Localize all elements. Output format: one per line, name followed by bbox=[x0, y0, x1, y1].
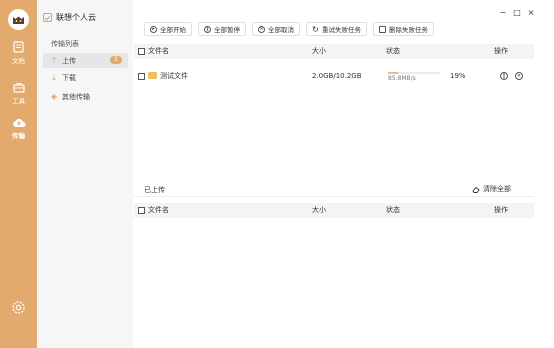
toolbox-icon bbox=[12, 82, 25, 93]
brand-title: 联想个人云 bbox=[56, 13, 96, 22]
transfer-toolbar: ▸ 全部开始 ‖ 全部暂停 × 全部取消 ↻ 重试失败任务 删除失败任务 bbox=[144, 22, 434, 36]
cat-logo-icon bbox=[13, 16, 24, 24]
section-divider bbox=[134, 196, 534, 197]
cancel-all-button[interactable]: × 全部取消 bbox=[252, 22, 300, 36]
settings-gear-icon[interactable] bbox=[11, 300, 26, 315]
uploaded-table-header: 文件名 大小 状态 操作 bbox=[134, 203, 534, 218]
clear-all-label: 清除全部 bbox=[483, 185, 511, 193]
uploaded-section-title: 已上传 bbox=[144, 186, 165, 194]
sidebar-item-label: 下载 bbox=[62, 73, 76, 82]
transfer-speed: 85.8MB/s bbox=[388, 75, 416, 82]
column-name: 文件名 bbox=[148, 206, 169, 214]
avatar[interactable] bbox=[8, 9, 29, 30]
file-name: 测试文件 bbox=[160, 72, 188, 80]
retry-failed-label: 重试失败任务 bbox=[322, 26, 361, 34]
pause-all-label: 全部暂停 bbox=[214, 26, 240, 34]
rail-item-label: 工具 bbox=[12, 96, 25, 105]
document-icon bbox=[13, 41, 24, 53]
trash-icon bbox=[379, 25, 386, 33]
maximize-button[interactable]: □ bbox=[513, 8, 521, 18]
brand: 联想个人云 bbox=[43, 12, 96, 23]
delete-failed-button[interactable]: 删除失败任务 bbox=[373, 22, 434, 36]
pause-icon: ‖ bbox=[204, 25, 211, 33]
select-all-checkbox[interactable] bbox=[138, 207, 145, 214]
cancel-icon: × bbox=[258, 25, 265, 33]
delete-failed-label: 删除失败任务 bbox=[389, 26, 428, 34]
play-icon: ▸ bbox=[150, 25, 157, 33]
folder-icon bbox=[148, 71, 157, 79]
column-status: 状态 bbox=[386, 206, 400, 214]
progress-percent: 19% bbox=[450, 72, 466, 80]
cancel-all-label: 全部取消 bbox=[268, 26, 294, 34]
column-status: 状态 bbox=[386, 47, 400, 55]
column-actions: 操作 bbox=[494, 47, 508, 55]
cloud-transfer-icon bbox=[12, 118, 25, 127]
rail-item-label: 传输 bbox=[12, 132, 25, 140]
retry-failed-button[interactable]: ↻ 重试失败任务 bbox=[306, 22, 367, 36]
column-actions: 操作 bbox=[494, 206, 508, 214]
left-rail: 文档 工具 传输 bbox=[0, 0, 37, 348]
file-name-cell: 测试文件 bbox=[146, 67, 188, 85]
clear-all-button[interactable]: 清除全部 bbox=[472, 184, 511, 194]
download-icon: ⤓ bbox=[52, 72, 56, 82]
sidebar-item-label: 上传 bbox=[62, 56, 76, 65]
rail-item-documents[interactable]: 文档 bbox=[0, 36, 37, 70]
start-all-button[interactable]: ▸ 全部开始 bbox=[144, 22, 192, 36]
transfer-sidebar: 联想个人云 传输列表 ⤒ 上传 1 ⤓ 下载 ◈ 其他传输 bbox=[37, 0, 133, 348]
upload-icon: ⤒ bbox=[52, 55, 56, 65]
retry-icon: ↻ bbox=[312, 24, 319, 34]
cancel-icon[interactable]: × bbox=[515, 72, 523, 80]
eraser-icon bbox=[472, 186, 480, 193]
select-all-checkbox[interactable] bbox=[138, 48, 145, 55]
sidebar-item-upload[interactable]: ⤒ 上传 1 bbox=[43, 53, 128, 68]
transfer-list-heading: 传输列表 bbox=[51, 40, 79, 48]
column-name: 文件名 bbox=[148, 47, 169, 55]
minimize-button[interactable]: − bbox=[499, 8, 507, 18]
upload-count-badge: 1 bbox=[110, 56, 122, 64]
column-size: 大小 bbox=[312, 47, 326, 55]
rail-item-transfer[interactable]: 传输 bbox=[0, 112, 37, 146]
sidebar-item-label: 其他传输 bbox=[62, 92, 90, 101]
sidebar-item-download[interactable]: ⤓ 下载 bbox=[43, 70, 128, 85]
column-size: 大小 bbox=[312, 206, 326, 214]
start-all-label: 全部开始 bbox=[160, 26, 186, 34]
file-size: 2.0GB/10.2GB bbox=[312, 72, 362, 80]
rail-item-tools[interactable]: 工具 bbox=[0, 76, 37, 110]
close-button[interactable]: × bbox=[527, 8, 535, 18]
rail-item-label: 文档 bbox=[12, 57, 25, 65]
sidebar-item-other-transfer[interactable]: ◈ 其他传输 bbox=[43, 89, 128, 104]
pause-all-button[interactable]: ‖ 全部暂停 bbox=[198, 22, 246, 36]
table-row[interactable]: 测试文件 2.0GB/10.2GB 85.8MB/s 19% ‖ × bbox=[134, 67, 534, 85]
upload-table-header: 文件名 大小 状态 操作 bbox=[134, 44, 534, 59]
row-checkbox[interactable] bbox=[138, 73, 145, 80]
brand-check-icon bbox=[43, 13, 52, 22]
other-transfer-icon: ◈ bbox=[50, 92, 58, 101]
pause-icon[interactable]: ‖ bbox=[500, 72, 508, 80]
